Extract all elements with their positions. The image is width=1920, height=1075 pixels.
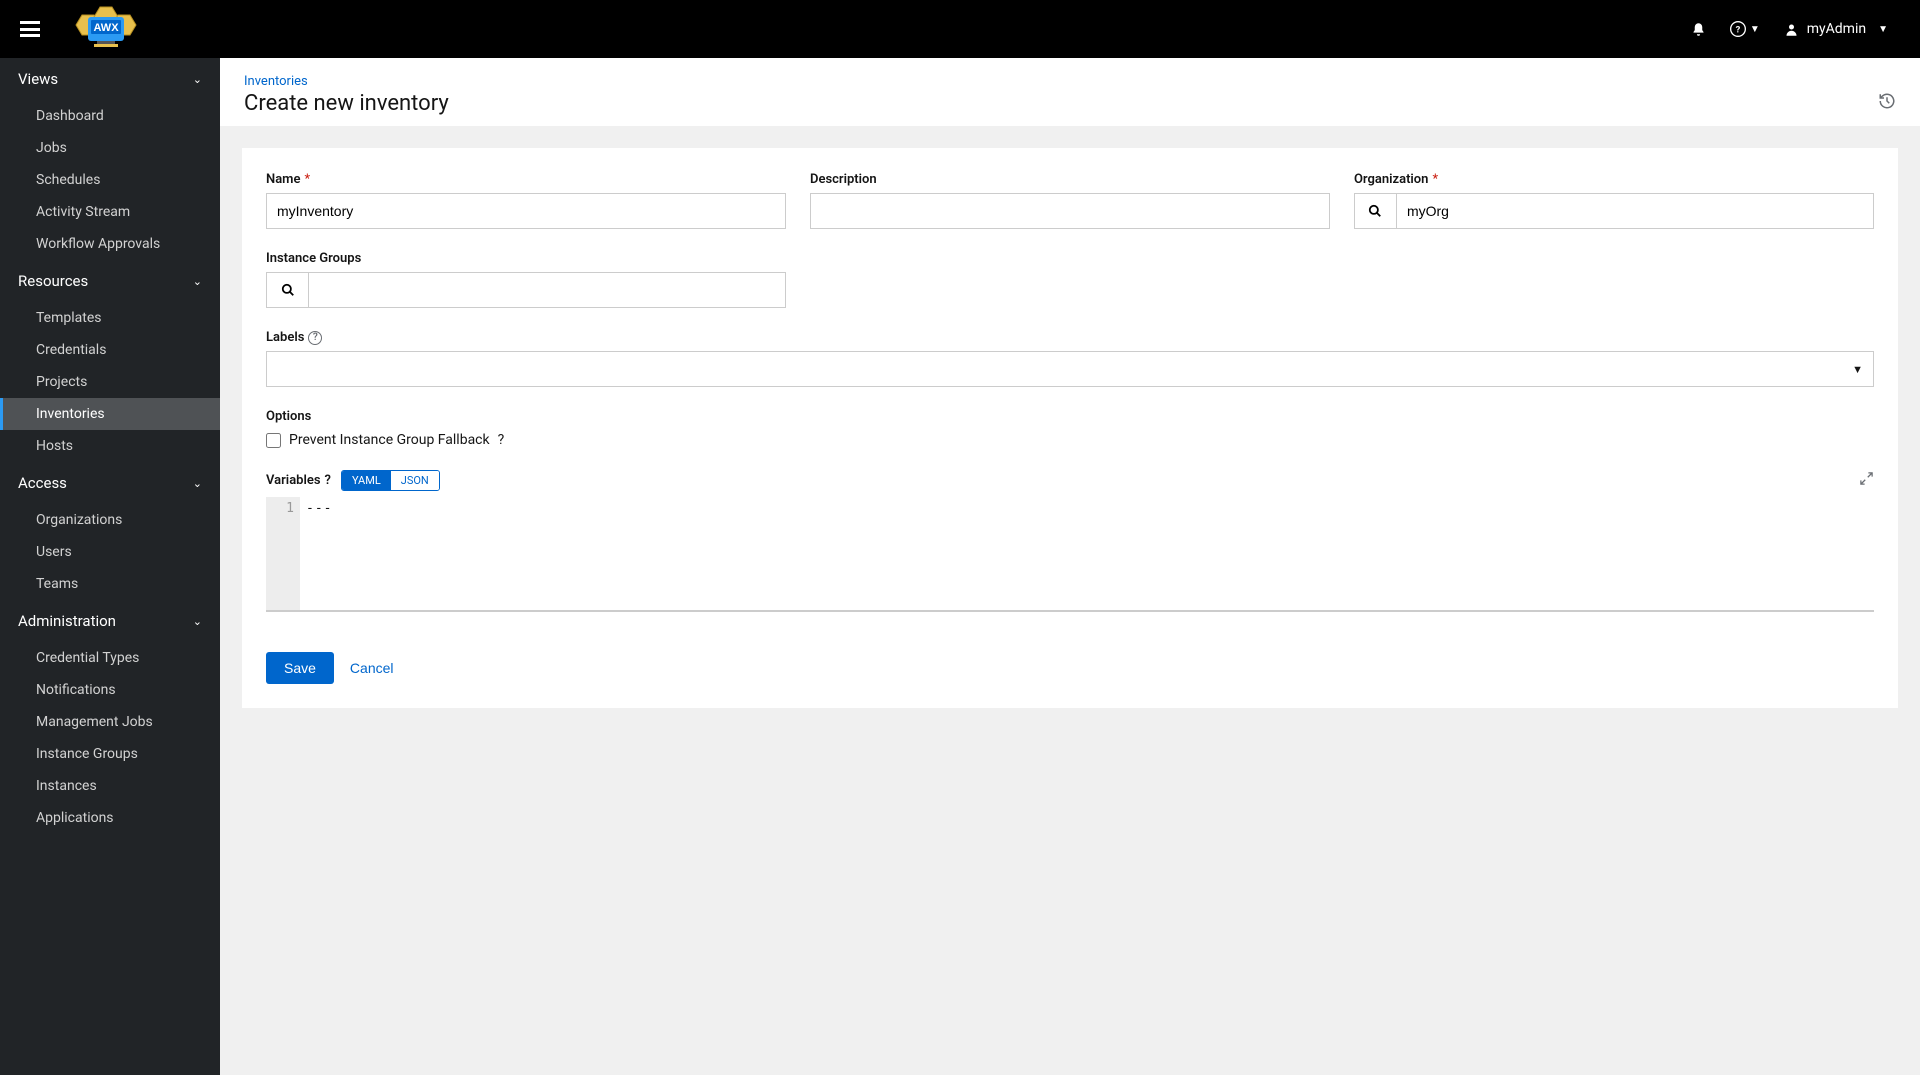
help-icon[interactable]: ? bbox=[498, 432, 505, 448]
sidebar-item-workflow-approvals[interactable]: Workflow Approvals bbox=[0, 228, 220, 260]
username-label: myAdmin bbox=[1807, 21, 1866, 37]
sidebar-item-projects[interactable]: Projects bbox=[0, 366, 220, 398]
description-label: Description bbox=[810, 172, 1330, 187]
svg-text:AWX: AWX bbox=[93, 22, 119, 34]
sidebar-item-inventories[interactable]: Inventories bbox=[0, 398, 220, 430]
sidebar-item-management-jobs[interactable]: Management Jobs bbox=[0, 706, 220, 738]
chevron-down-icon: ⌄ bbox=[193, 275, 202, 288]
sidebar-item-organizations[interactable]: Organizations bbox=[0, 504, 220, 536]
main-content: Inventories Create new inventory Name* D… bbox=[220, 58, 1920, 1075]
notifications-icon[interactable] bbox=[1679, 22, 1718, 37]
prevent-fallback-label: Prevent Instance Group Fallback bbox=[289, 432, 490, 448]
name-field[interactable] bbox=[266, 193, 786, 229]
instance-groups-lookup-button[interactable] bbox=[266, 272, 308, 308]
help-icon[interactable]: ? bbox=[308, 331, 322, 345]
options-label: Options bbox=[266, 409, 1874, 424]
sidebar-item-instances[interactable]: Instances bbox=[0, 770, 220, 802]
help-menu[interactable]: ? ▼ bbox=[1718, 21, 1772, 37]
cancel-button[interactable]: Cancel bbox=[350, 660, 394, 676]
expand-icon[interactable] bbox=[1859, 471, 1874, 490]
sidebar-item-dashboard[interactable]: Dashboard bbox=[0, 100, 220, 132]
yaml-toggle[interactable]: YAML bbox=[342, 471, 391, 490]
format-toggle: YAML JSON bbox=[341, 470, 440, 491]
chevron-down-icon: ▼ bbox=[1878, 24, 1888, 35]
sidebar-item-notifications[interactable]: Notifications bbox=[0, 674, 220, 706]
chevron-down-icon: ⌄ bbox=[193, 73, 202, 86]
editor-content[interactable]: --- bbox=[300, 497, 1874, 610]
save-button[interactable]: Save bbox=[266, 652, 334, 684]
sidebar-item-hosts[interactable]: Hosts bbox=[0, 430, 220, 462]
json-toggle[interactable]: JSON bbox=[391, 471, 439, 490]
sidebar: Views ⌄ Dashboard Jobs Schedules Activit… bbox=[0, 58, 220, 1075]
sidebar-item-templates[interactable]: Templates bbox=[0, 302, 220, 334]
labels-select[interactable]: ▼ bbox=[266, 351, 1874, 387]
sidebar-section-views[interactable]: Views ⌄ bbox=[0, 58, 220, 100]
editor-gutter: 1 bbox=[266, 497, 300, 610]
organization-field[interactable] bbox=[1396, 193, 1874, 229]
nav-toggle-button[interactable] bbox=[20, 21, 40, 37]
sidebar-item-teams[interactable]: Teams bbox=[0, 568, 220, 600]
sidebar-item-credential-types[interactable]: Credential Types bbox=[0, 642, 220, 674]
variables-label: Variables ? bbox=[266, 473, 331, 488]
sidebar-item-users[interactable]: Users bbox=[0, 536, 220, 568]
chevron-down-icon: ⌄ bbox=[193, 615, 202, 628]
chevron-down-icon: ⌄ bbox=[193, 477, 202, 490]
sidebar-item-applications[interactable]: Applications bbox=[0, 802, 220, 834]
labels-label: Labels ? bbox=[266, 330, 1874, 345]
svg-text:?: ? bbox=[1736, 24, 1741, 35]
sidebar-item-instance-groups[interactable]: Instance Groups bbox=[0, 738, 220, 770]
sidebar-section-resources[interactable]: Resources ⌄ bbox=[0, 260, 220, 302]
breadcrumb[interactable]: Inventories bbox=[244, 74, 449, 89]
sidebar-item-activity-stream[interactable]: Activity Stream bbox=[0, 196, 220, 228]
chevron-down-icon: ▼ bbox=[1750, 24, 1760, 35]
organization-label: Organization* bbox=[1354, 172, 1874, 187]
organization-lookup-button[interactable] bbox=[1354, 193, 1396, 229]
sidebar-section-administration[interactable]: Administration ⌄ bbox=[0, 600, 220, 642]
sidebar-item-jobs[interactable]: Jobs bbox=[0, 132, 220, 164]
sidebar-section-access[interactable]: Access ⌄ bbox=[0, 462, 220, 504]
form-card: Name* Description Organization* bbox=[242, 148, 1898, 708]
topbar: AWX ? ▼ myAdmin ▼ bbox=[0, 0, 1920, 58]
instance-groups-label: Instance Groups bbox=[266, 251, 786, 266]
description-field[interactable] bbox=[810, 193, 1330, 229]
variables-editor[interactable]: 1 --- bbox=[266, 497, 1874, 612]
name-label: Name* bbox=[266, 172, 786, 187]
chevron-down-icon: ▼ bbox=[1852, 363, 1863, 376]
page-title: Create new inventory bbox=[244, 91, 449, 116]
activity-history-icon[interactable] bbox=[1878, 74, 1896, 114]
app-logo[interactable]: AWX bbox=[70, 5, 142, 53]
user-menu[interactable]: myAdmin ▼ bbox=[1772, 21, 1900, 37]
help-icon[interactable]: ? bbox=[325, 473, 331, 488]
sidebar-item-credentials[interactable]: Credentials bbox=[0, 334, 220, 366]
instance-groups-field[interactable] bbox=[308, 272, 786, 308]
sidebar-item-schedules[interactable]: Schedules bbox=[0, 164, 220, 196]
prevent-fallback-checkbox[interactable] bbox=[266, 433, 281, 448]
